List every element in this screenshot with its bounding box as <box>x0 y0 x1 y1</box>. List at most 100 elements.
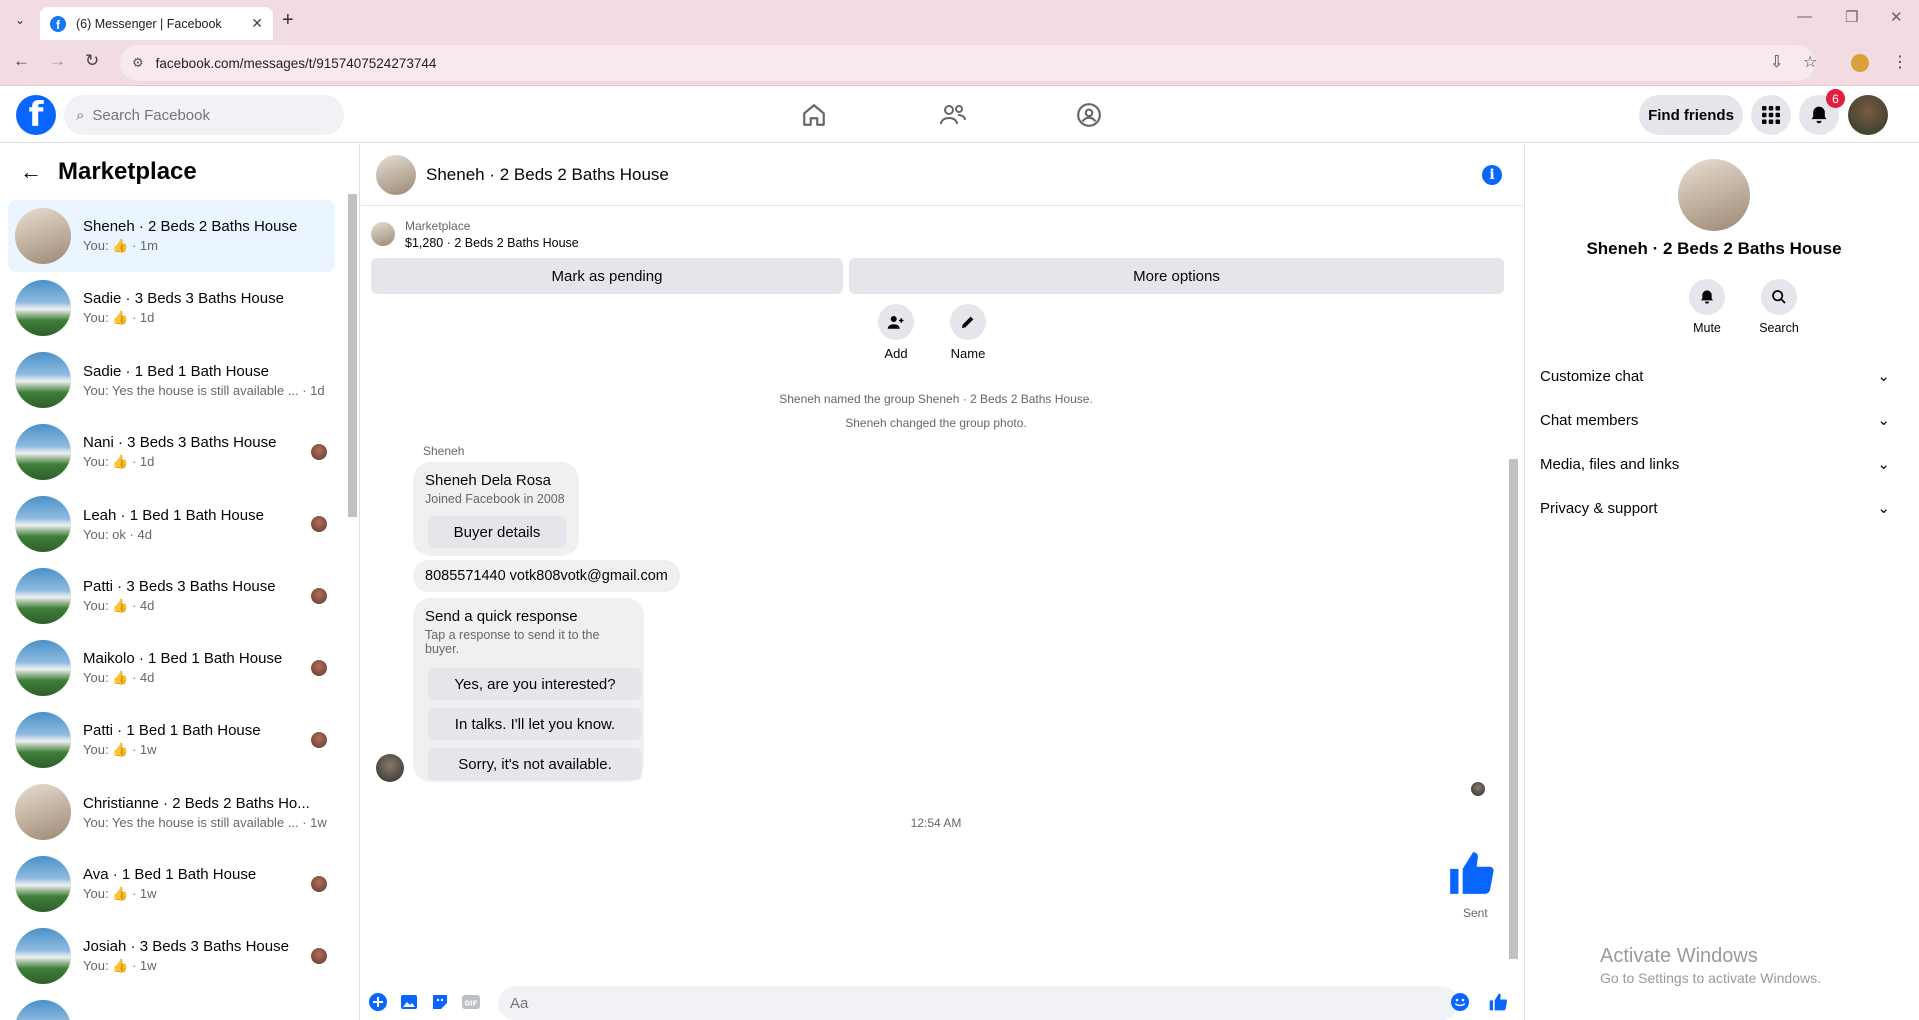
address-bar: ← → ↻ ⚙ facebook.com/messages/t/91574075… <box>0 40 1919 86</box>
minimize-icon[interactable]: — <box>1797 8 1812 25</box>
chat-panel: Sheneh · 2 Beds 2 Baths House i Marketpl… <box>361 144 1523 1020</box>
bookmark-star-icon[interactable]: ☆ <box>1803 52 1817 72</box>
conversation-time: · 1d <box>128 310 155 325</box>
profile-extension-icon[interactable] <box>1851 54 1869 72</box>
conversation-name: Patti · 3 Beds 3 Baths House <box>83 578 276 595</box>
search-icon: ⌕ <box>76 106 85 124</box>
send-like-icon[interactable] <box>1488 992 1508 1012</box>
conversation-time: · 4d <box>125 526 152 542</box>
sticker-icon[interactable] <box>430 992 450 1012</box>
conversation-row[interactable]: Josiah · 3 Beds 3 Baths House You: 👍 · 1w <box>8 920 335 992</box>
conversation-time: · 1w <box>128 742 157 757</box>
conversation-text: Josiah · 3 Beds 3 Baths House You: 👍 · 1w <box>83 938 311 974</box>
seen-indicator-avatar <box>1471 782 1485 796</box>
contact-message[interactable]: 8085571440 votk808votk@gmail.com <box>413 560 680 592</box>
info-icon[interactable]: i <box>1482 165 1502 185</box>
preview-text: You: <box>83 670 113 685</box>
system-message: Sheneh named the group Sheneh · 2 Beds 2… <box>779 392 1093 406</box>
account-avatar[interactable] <box>1848 95 1888 135</box>
privacy-support-section[interactable]: Privacy & support ⌄ <box>1540 488 1890 528</box>
buyer-details-button[interactable]: Buyer details <box>428 516 566 548</box>
site-info-icon[interactable]: ⚙ <box>132 55 144 71</box>
emoji-icon[interactable] <box>1450 992 1470 1012</box>
conversation-row[interactable]: Sheneh · 2 Beds 2 Baths House You: 👍 · 1m <box>8 200 335 272</box>
conversation-text: Leah · 1 Bed 1 Bath House You: ok · 4d <box>83 507 311 542</box>
add-member-action[interactable]: Add <box>866 304 926 361</box>
conversation-row[interactable]: Crystal · 3 Beds 3 Baths House <box>8 992 335 1020</box>
conversation-time: · 4d <box>128 598 155 613</box>
conversation-preview: You: 👍 · 1d <box>83 454 311 470</box>
quick-response-not-available-button[interactable]: Sorry, it's not available. <box>428 748 642 780</box>
conversation-text: Ava · 1 Bed 1 Bath House You: 👍 · 1w <box>83 866 311 902</box>
conversation-preview: You: 👍 · 1w <box>83 742 311 758</box>
back-arrow-icon[interactable]: ← <box>20 159 42 185</box>
chat-header[interactable]: Sheneh · 2 Beds 2 Baths House <box>361 144 1523 206</box>
facebook-logo[interactable]: f <box>16 95 56 135</box>
conversation-time: · 1w <box>128 886 157 901</box>
group-photo[interactable] <box>1678 159 1750 231</box>
groups-icon[interactable] <box>1074 101 1104 129</box>
close-window-icon[interactable]: ✕ <box>1890 8 1903 26</box>
plus-icon[interactable] <box>368 992 388 1012</box>
chat-scrollbar[interactable] <box>1507 304 1519 974</box>
sender-avatar[interactable] <box>376 754 404 782</box>
search-input[interactable] <box>92 106 313 124</box>
magnifier-icon <box>1761 279 1797 315</box>
restore-icon[interactable]: ❐ <box>1845 8 1858 26</box>
browser-tab[interactable]: f (6) Messenger | Facebook ✕ <box>40 7 273 40</box>
menu-grid-icon[interactable] <box>1751 95 1791 135</box>
omnibox[interactable]: ⚙ facebook.com/messages/t/91574075242737… <box>120 45 1815 81</box>
listing-strip[interactable]: Marketplace $1,280 · 2 Beds 2 Baths Hous… <box>371 214 1511 254</box>
quick-response-yes-button[interactable]: Yes, are you interested? <box>428 668 642 700</box>
conversation-name: Leah · 1 Bed 1 Bath House <box>83 506 264 524</box>
conversation-name: Ava · 1 Bed 1 Bath House <box>83 866 257 883</box>
customize-chat-section[interactable]: Customize chat ⌄ <box>1540 356 1890 396</box>
sidebar-scrollbar[interactable] <box>346 194 358 1014</box>
search-in-chat-action[interactable]: Search <box>1749 279 1809 335</box>
conversation-row[interactable]: Sadie · 3 Beds 3 Baths House You: 👍 · 1d <box>8 272 335 344</box>
gif-icon[interactable]: GIF <box>461 992 481 1012</box>
tab-search-icon[interactable]: ⌄ <box>8 9 32 31</box>
conversation-row[interactable]: Ava · 1 Bed 1 Bath House You: 👍 · 1w <box>8 848 335 920</box>
conversation-row[interactable]: Sadie · 1 Bed 1 Bath House You: Yes the h… <box>8 344 335 416</box>
conversation-name: Nani · 3 Beds 3 Baths House <box>83 434 277 451</box>
browser-menu-icon[interactable]: ⋮ <box>1892 52 1908 72</box>
message-input[interactable] <box>498 986 1458 1020</box>
new-tab-icon[interactable]: + <box>282 9 294 32</box>
watermark-line-2: Go to Settings to activate Windows. <box>1600 970 1821 986</box>
marketplace-label: Marketplace <box>405 218 471 233</box>
conversation-name: Maikolo · 1 Bed 1 Bath House <box>83 650 283 667</box>
mute-action[interactable]: Mute <box>1677 279 1737 335</box>
more-options-button[interactable]: More options <box>849 258 1504 294</box>
home-icon[interactable] <box>799 101 829 129</box>
find-friends-button[interactable]: Find friends <box>1639 95 1743 135</box>
back-icon[interactable]: ← <box>13 51 30 71</box>
preview-text: You: <box>83 310 113 325</box>
conversation-row[interactable]: Patti · 1 Bed 1 Bath House You: 👍 · 1w <box>8 704 335 776</box>
seen-avatar <box>311 588 327 604</box>
conversation-row[interactable]: Patti · 3 Beds 3 Baths House You: 👍 · 4d <box>8 560 335 632</box>
photo-icon[interactable] <box>399 992 419 1012</box>
conversation-text: Sheneh · 2 Beds 2 Baths House You: 👍 · 1m <box>83 218 335 254</box>
close-tab-icon[interactable]: ✕ <box>251 15 263 32</box>
media-files-links-section[interactable]: Media, files and links ⌄ <box>1540 444 1890 484</box>
mark-as-pending-button[interactable]: Mark as pending <box>371 258 843 294</box>
chat-members-section[interactable]: Chat members ⌄ <box>1540 400 1890 440</box>
conversation-row[interactable]: Nani · 3 Beds 3 Baths House You: 👍 · 1d <box>8 416 335 488</box>
conversation-row[interactable]: Maikolo · 1 Bed 1 Bath House You: 👍 · 4d <box>8 632 335 704</box>
search-box[interactable]: ⌕ <box>64 95 344 135</box>
install-app-icon[interactable]: ⇩ <box>1770 52 1783 72</box>
conversation-row[interactable]: Christianne · 2 Beds 2 Baths Ho... You: Y… <box>8 776 335 848</box>
url-text[interactable]: facebook.com/messages/t/9157407524273744 <box>156 56 437 71</box>
conversation-row[interactable]: Leah · 1 Bed 1 Bath House You: ok · 4d <box>8 488 335 560</box>
chat-title[interactable]: Sheneh · 2 Beds 2 Baths House <box>426 165 669 185</box>
chat-avatar[interactable] <box>376 154 416 195</box>
seen-avatar <box>311 948 327 964</box>
conversation-name: Christianne · 2 Beds 2 Baths Ho... <box>83 794 310 812</box>
name-group-action[interactable]: Name <box>938 304 998 361</box>
reload-icon[interactable]: ↻ <box>85 51 99 71</box>
quick-response-in-talks-button[interactable]: In talks. I'll let you know. <box>428 708 642 740</box>
friends-icon[interactable] <box>938 101 968 129</box>
forward-icon[interactable]: → <box>49 51 66 71</box>
listing-avatar <box>15 568 71 624</box>
